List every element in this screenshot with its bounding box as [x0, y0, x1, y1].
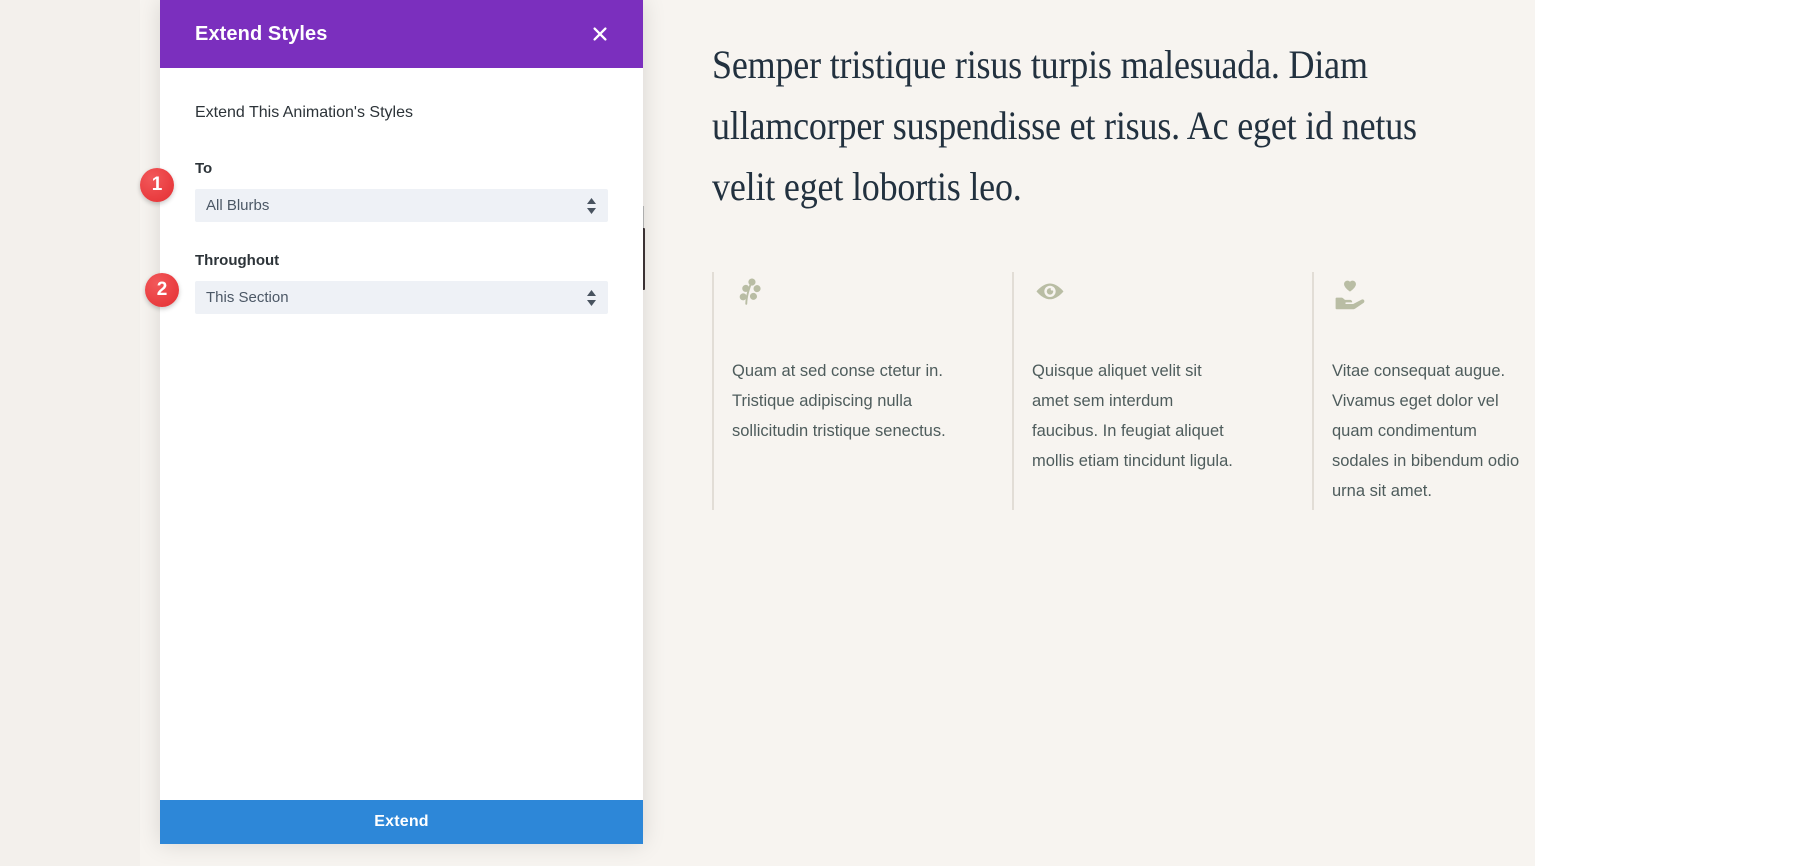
throughout-field-label: Throughout [195, 252, 280, 269]
modal-footer: Extend [160, 800, 643, 844]
extend-styles-modal: Extend Styles Extend This Animation's St… [160, 0, 643, 844]
blurb-text: Vitae consequat augue. Vivamus eget dolo… [1332, 362, 1520, 500]
throughout-select-value: This Section [206, 289, 289, 306]
blurb-item: Vitae consequat augue. Vivamus eget dolo… [1312, 272, 1572, 510]
blurb-text: Quisque aliquet velit sit amet sem inter… [1032, 362, 1233, 470]
modal-title: Extend Styles [195, 22, 328, 45]
step-badge-2: 2 [145, 273, 179, 307]
page-left-gutter [0, 0, 140, 866]
page-heading: Semper tristique risus turpis malesuada.… [712, 42, 1417, 209]
eye-icon [1032, 274, 1068, 310]
to-field-label: To [195, 160, 213, 177]
blurb-item: Quam at sed conse ctetur in. Tristique a… [712, 272, 1012, 510]
field-group-throughout: Throughout This Section [195, 252, 608, 314]
modal-header: Extend Styles [160, 0, 643, 68]
step-badge-1: 1 [140, 168, 174, 202]
throughout-select[interactable]: This Section [195, 281, 608, 314]
blurb-text: Quam at sed conse ctetur in. Tristique a… [732, 362, 946, 440]
extend-button[interactable]: Extend [160, 800, 643, 844]
extend-section-label: Extend This Animation's Styles [195, 104, 413, 121]
page-canvas: Semper tristique risus turpis malesuada.… [0, 0, 1800, 866]
heart-in-hand-icon [1332, 274, 1368, 310]
close-icon[interactable] [587, 21, 613, 47]
leaf-branch-icon [732, 274, 768, 310]
page-right-gutter [1535, 0, 1800, 866]
to-select-value: All Blurbs [206, 197, 270, 214]
select-stepper-icon [587, 197, 596, 214]
field-group-to: To All Blurbs [195, 160, 608, 222]
select-stepper-icon [587, 289, 596, 306]
to-select[interactable]: All Blurbs [195, 189, 608, 222]
blurb-item: Quisque aliquet velit sit amet sem inter… [1012, 272, 1312, 510]
page-content: Semper tristique risus turpis malesuada.… [712, 0, 1572, 866]
blurb-row: Quam at sed conse ctetur in. Tristique a… [712, 272, 1572, 510]
modal-body: Extend This Animation's Styles To All Bl… [160, 68, 643, 800]
